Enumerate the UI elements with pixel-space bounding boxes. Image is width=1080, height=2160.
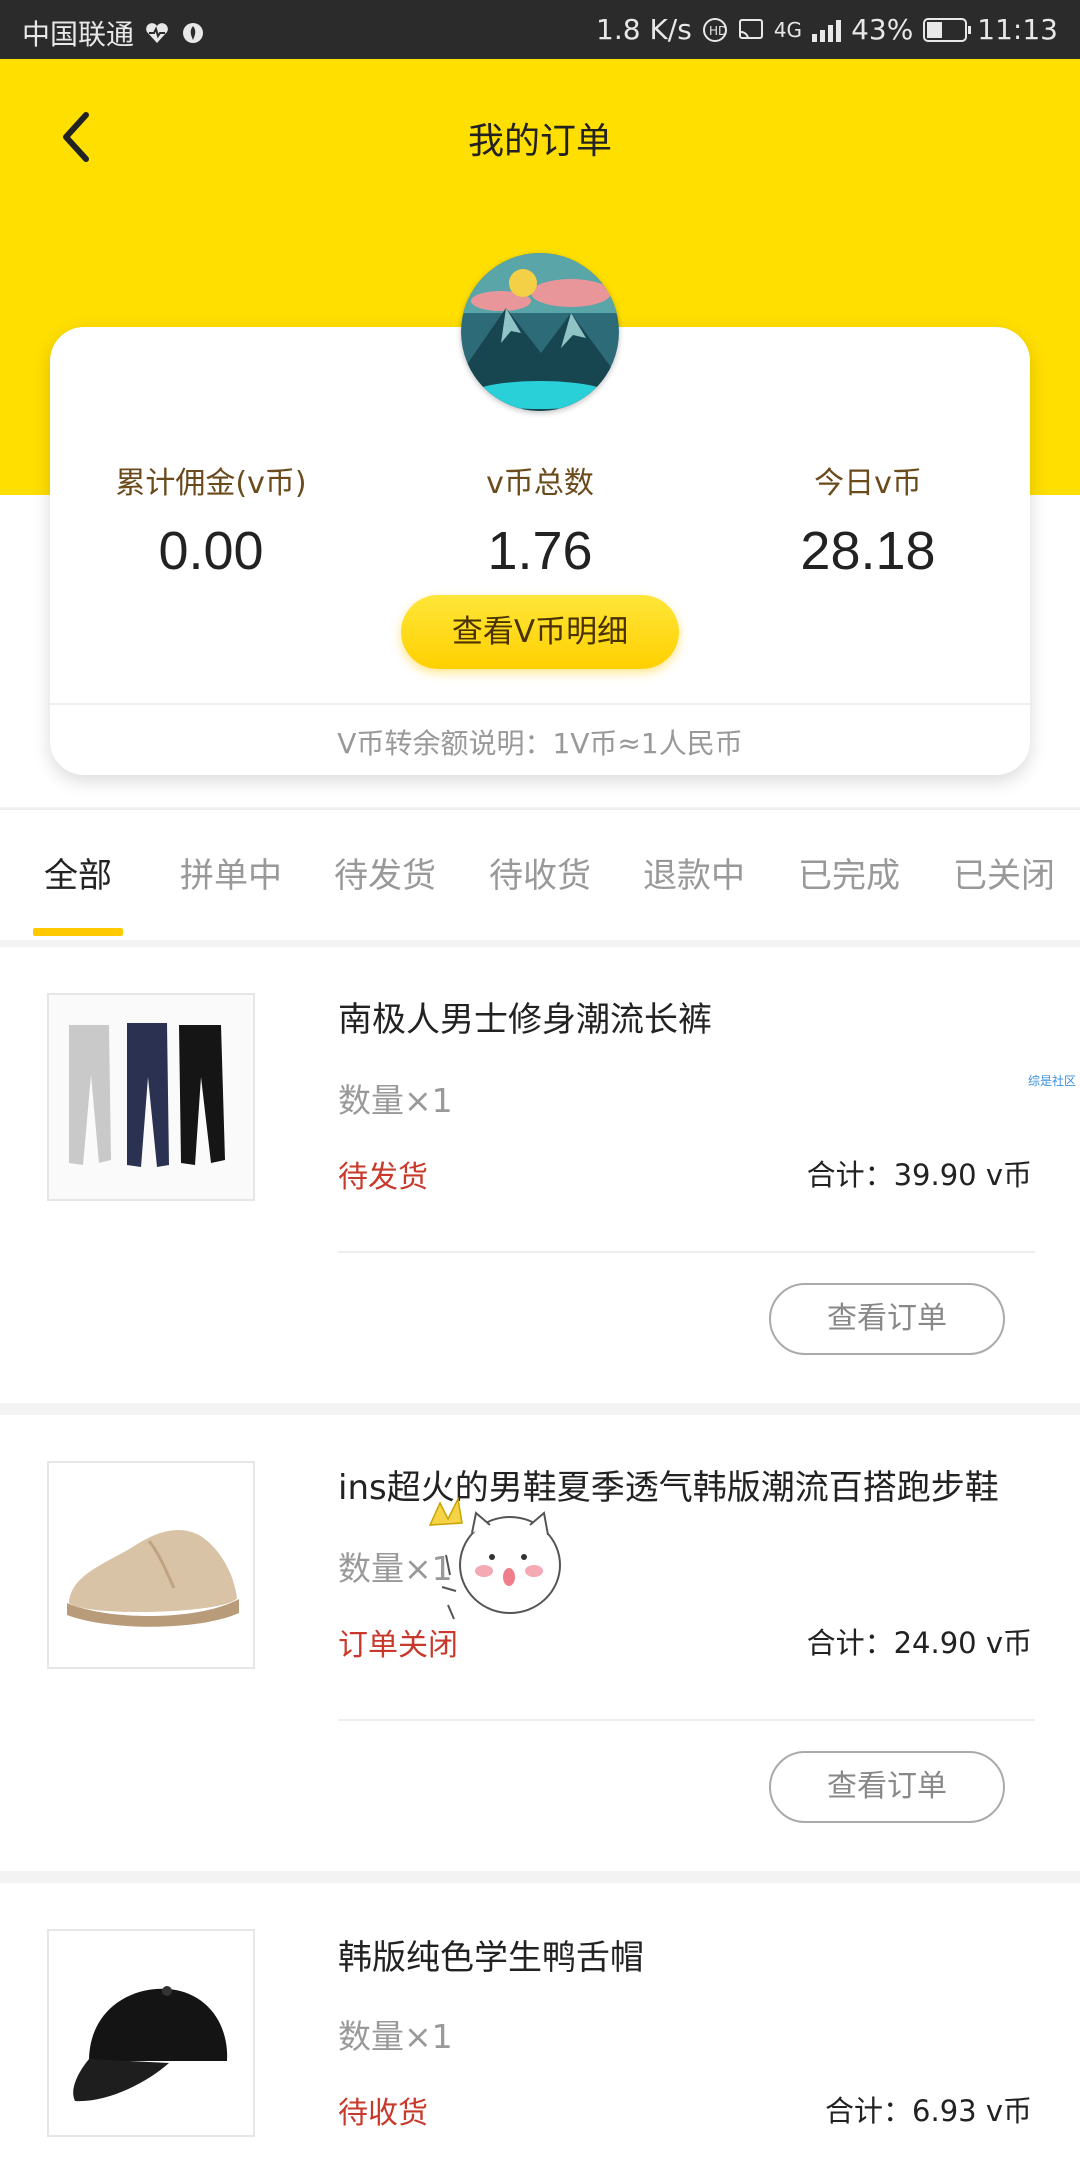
tab-to-receive[interactable]: 待收货 — [489, 848, 591, 897]
stat-commission: 累计佣金(v币) 0.00 — [46, 458, 376, 582]
view-order-button[interactable]: 查看订单 — [769, 1751, 1005, 1823]
page-title: 我的订单 — [467, 121, 612, 162]
stat-total-coins: v币总数 1.76 — [375, 458, 705, 582]
battery-percent: 43% — [851, 13, 914, 46]
cat-sticker-image — [428, 1496, 561, 1620]
active-tab-indicator — [33, 928, 123, 936]
battery-icon — [923, 17, 972, 42]
tab-closed[interactable]: 已关闭 — [953, 848, 1055, 897]
sneaker-image — [49, 1463, 253, 1667]
order-status: 待收货 — [338, 2096, 428, 2131]
product-quantity: 数量×1 — [338, 1081, 453, 1120]
product-name[interactable]: 南极人男士修身潮流长裤 — [338, 992, 712, 1041]
avatar[interactable] — [461, 253, 619, 411]
network-speed: 1.8 K/s — [596, 13, 692, 46]
stat-value: 28.18 — [800, 521, 936, 581]
tab-to-ship[interactable]: 待发货 — [334, 848, 436, 897]
volte-icon: HD — [702, 17, 727, 42]
stat-label: v币总数 — [486, 466, 594, 501]
location-icon — [183, 23, 204, 43]
product-name[interactable]: 韩版纯色学生鸭舌帽 — [338, 1930, 644, 1979]
order-total: 合计：39.90 v币 — [806, 1158, 1032, 1192]
view-order-button[interactable]: 查看订单 — [769, 1283, 1005, 1355]
order-status: 待发货 — [338, 1160, 428, 1195]
tab-completed[interactable]: 已完成 — [798, 848, 900, 897]
stat-label: 累计佣金(v币) — [115, 466, 307, 501]
order-tabs: 全部 拼单中 待发货 待收货 退款中 已完成 已关闭 — [0, 808, 1080, 940]
conversion-note: V币转余额说明：1V币≈1人民币 — [337, 727, 743, 760]
divider — [338, 1251, 1035, 1253]
tab-all[interactable]: 全部 — [44, 848, 112, 897]
health-icon — [146, 23, 168, 43]
svg-text:HD: HD — [709, 24, 727, 38]
stat-value: 1.76 — [487, 521, 593, 581]
watermark: 综是社区 — [1028, 1074, 1077, 1088]
status-bar: 中国联通 1.8 K/s HD 4G 43% 11:13 — [0, 0, 1080, 59]
order-total: 合计：6.93 v币 — [825, 2094, 1032, 2128]
stat-label: 今日v币 — [814, 466, 922, 501]
cast-icon — [738, 18, 763, 39]
stat-value: 0.00 — [158, 521, 264, 581]
clock: 11:13 — [977, 13, 1058, 46]
product-quantity: 数量×1 — [338, 2017, 453, 2056]
product-image[interactable] — [47, 1929, 255, 2137]
pants-image — [49, 995, 253, 1199]
order-total: 合计：24.90 v币 — [806, 1626, 1032, 1660]
product-image[interactable] — [47, 1461, 255, 1669]
product-image[interactable] — [47, 993, 255, 1201]
divider — [338, 1719, 1035, 1721]
stat-today-coins: 今日v币 28.18 — [703, 458, 1033, 582]
network-type: 4G — [773, 17, 803, 42]
divider — [50, 703, 1030, 705]
view-coin-details-button[interactable]: 查看V币明细 — [401, 595, 679, 669]
tab-refunding[interactable]: 退款中 — [643, 848, 745, 897]
tab-group-buying[interactable]: 拼单中 — [180, 848, 282, 897]
cap-image — [49, 1931, 253, 2135]
avatar-image — [461, 253, 619, 411]
carrier-text: 中国联通 — [22, 18, 135, 51]
signal-icon — [812, 18, 842, 42]
